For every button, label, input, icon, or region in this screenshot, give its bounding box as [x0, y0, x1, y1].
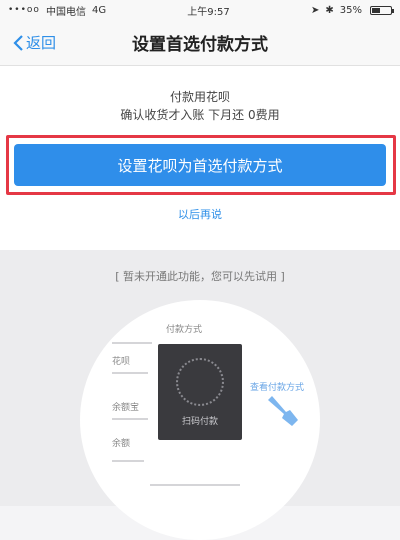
mock-line: [150, 484, 240, 486]
mock-label: 余额: [112, 439, 131, 449]
info-subtitle: 确认收货才入账 下月还 0费用: [120, 108, 280, 122]
status-bar: •••oo 中国电信 4G 上午9:57 ➤ ✱ 35%: [0, 0, 400, 20]
tutorial-caption: [ 暂未开通此功能，您可以先试用 ]: [115, 270, 285, 283]
location-icon: ➤: [310, 4, 320, 16]
back-button[interactable]: 返回: [12, 32, 56, 53]
pointing-hand-icon: [268, 396, 298, 426]
qr-text: 扫码付款: [181, 417, 218, 427]
battery-percent: 35%: [339, 4, 362, 16]
mock-line: [112, 460, 144, 462]
mock-label: 付款方式: [166, 325, 203, 335]
status-time: 上午9:57: [187, 6, 230, 18]
bluetooth-icon: ✱: [325, 4, 334, 16]
nav-bar: 返回 设置首选付款方式: [0, 20, 400, 66]
set-huabei-preferred-button[interactable]: 设置花呗为首选付款方式: [14, 144, 386, 186]
battery-icon: [370, 5, 394, 15]
page-title: 设置首选付款方式: [132, 35, 268, 55]
mock-line: [112, 418, 148, 420]
carrier-name: 中国电信: [45, 6, 86, 18]
signal-strength: •••oo: [8, 5, 40, 15]
mock-label: 余额宝: [112, 403, 140, 413]
back-label: 返回: [26, 34, 57, 52]
mock-label: 花呗: [112, 357, 131, 367]
mock-line: [112, 342, 152, 344]
info-title: 付款用花呗: [169, 90, 230, 104]
network-type: 4G: [91, 4, 107, 16]
mock-line: [112, 372, 148, 374]
qr-code-panel: 扫码付款: [158, 344, 242, 440]
qr-code-icon: [176, 358, 224, 406]
later-link[interactable]: 以后再说: [0, 206, 400, 222]
chevron-left-icon: [13, 34, 23, 51]
